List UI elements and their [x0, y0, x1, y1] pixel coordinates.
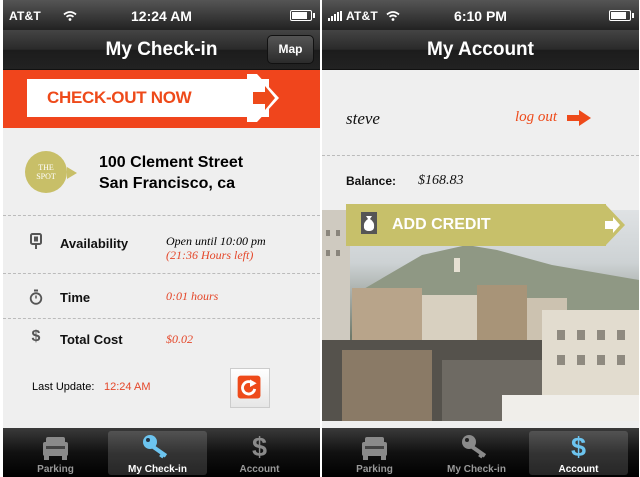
address-line2: San Francisco, ca: [99, 175, 236, 192]
hours-left: (21:36 Hours left): [166, 248, 254, 262]
address-line1: 100 Clement Street: [99, 154, 244, 171]
user-info: steve log out: [322, 70, 639, 156]
tab-bar: Parking My Check-in $ Account: [322, 428, 639, 477]
dollar-icon: $: [31, 328, 41, 345]
navigation-bar: My Account: [322, 30, 639, 70]
arrow-right-icon[interactable]: [567, 110, 591, 126]
spot-info: THE SPOT 100 Clement Street San Francisco…: [3, 128, 320, 216]
check-out-label: CHECK-OUT NOW: [47, 88, 192, 107]
cost-value: $0.02: [166, 332, 193, 346]
car-icon: [362, 437, 387, 460]
stopwatch-icon: [29, 289, 43, 305]
refresh-icon: [237, 375, 261, 399]
navigation-bar: My Check-in Map: [3, 30, 320, 70]
tab-my-check-in[interactable]: My Check-in: [108, 431, 207, 475]
username: steve: [346, 109, 380, 128]
balance-value: $168.83: [418, 173, 464, 188]
add-credit-label: ADD CREDIT: [392, 216, 491, 233]
cost-label: Total Cost: [60, 332, 123, 347]
spot-logo: THE SPOT: [25, 151, 67, 193]
badge-arrow-icon: [67, 167, 77, 179]
availability-row: Availability Open until 10:00 pm (21:36 …: [3, 216, 320, 274]
tab-bar: Parking My Check-in $ Account: [3, 428, 320, 477]
key-icon: [143, 435, 168, 459]
refresh-button[interactable]: [230, 368, 270, 408]
dollar-icon: $: [251, 432, 268, 462]
parking-meter-icon: [30, 233, 42, 249]
page-title: My Account: [427, 39, 534, 60]
tab-my-check-in[interactable]: My Check-in: [427, 431, 526, 475]
dollar-icon: $: [570, 432, 587, 462]
availability-label: Availability: [60, 236, 129, 251]
status-time: 12:24 AM: [131, 8, 192, 24]
car-icon: [43, 437, 68, 460]
key-icon: [462, 435, 487, 459]
balance-label: Balance:: [346, 174, 397, 188]
tab-parking[interactable]: Parking: [325, 431, 424, 475]
tab-account[interactable]: $ Account: [210, 431, 309, 475]
last-update-label: Last Update:: [32, 381, 95, 393]
money-bag-icon: [361, 212, 377, 234]
status-bar: AT&T 12:24 AM: [3, 0, 320, 30]
battery-icon: [290, 10, 315, 21]
account-screen: AT&T 6:10 PM My Account steve log out Ba…: [322, 0, 639, 477]
tab-account[interactable]: $ Account: [529, 431, 628, 475]
log-out-link[interactable]: log out: [515, 109, 557, 126]
battery-icon: [609, 10, 634, 21]
time-value: 0:01 hours: [166, 289, 219, 303]
check-out-panel: CHECK-OUT NOW: [27, 74, 279, 122]
cost-row: $ Total Cost $0.02: [3, 319, 320, 364]
check-out-button[interactable]: CHECK-OUT NOW: [3, 70, 320, 128]
arrow-right-icon[interactable]: [605, 204, 625, 246]
map-button[interactable]: Map: [267, 35, 314, 64]
tab-parking[interactable]: Parking: [6, 431, 105, 475]
add-credit-button[interactable]: ADD CREDIT: [346, 204, 606, 246]
address: 100 Clement Street San Francisco, ca: [99, 152, 243, 194]
time-label: Time: [60, 290, 91, 305]
time-row: Time 0:01 hours: [3, 274, 320, 319]
check-in-screen: AT&T 12:24 AM My Check-in Map CHECK-OUT …: [3, 0, 320, 477]
status-bar: AT&T 6:10 PM: [322, 0, 639, 30]
availability-value: Open until 10:00 pm (21:36 Hours left): [166, 234, 266, 262]
arrow-right-icon: [247, 74, 279, 122]
status-time: 6:10 PM: [454, 8, 507, 24]
last-update-value: 12:24 AM: [104, 381, 151, 393]
